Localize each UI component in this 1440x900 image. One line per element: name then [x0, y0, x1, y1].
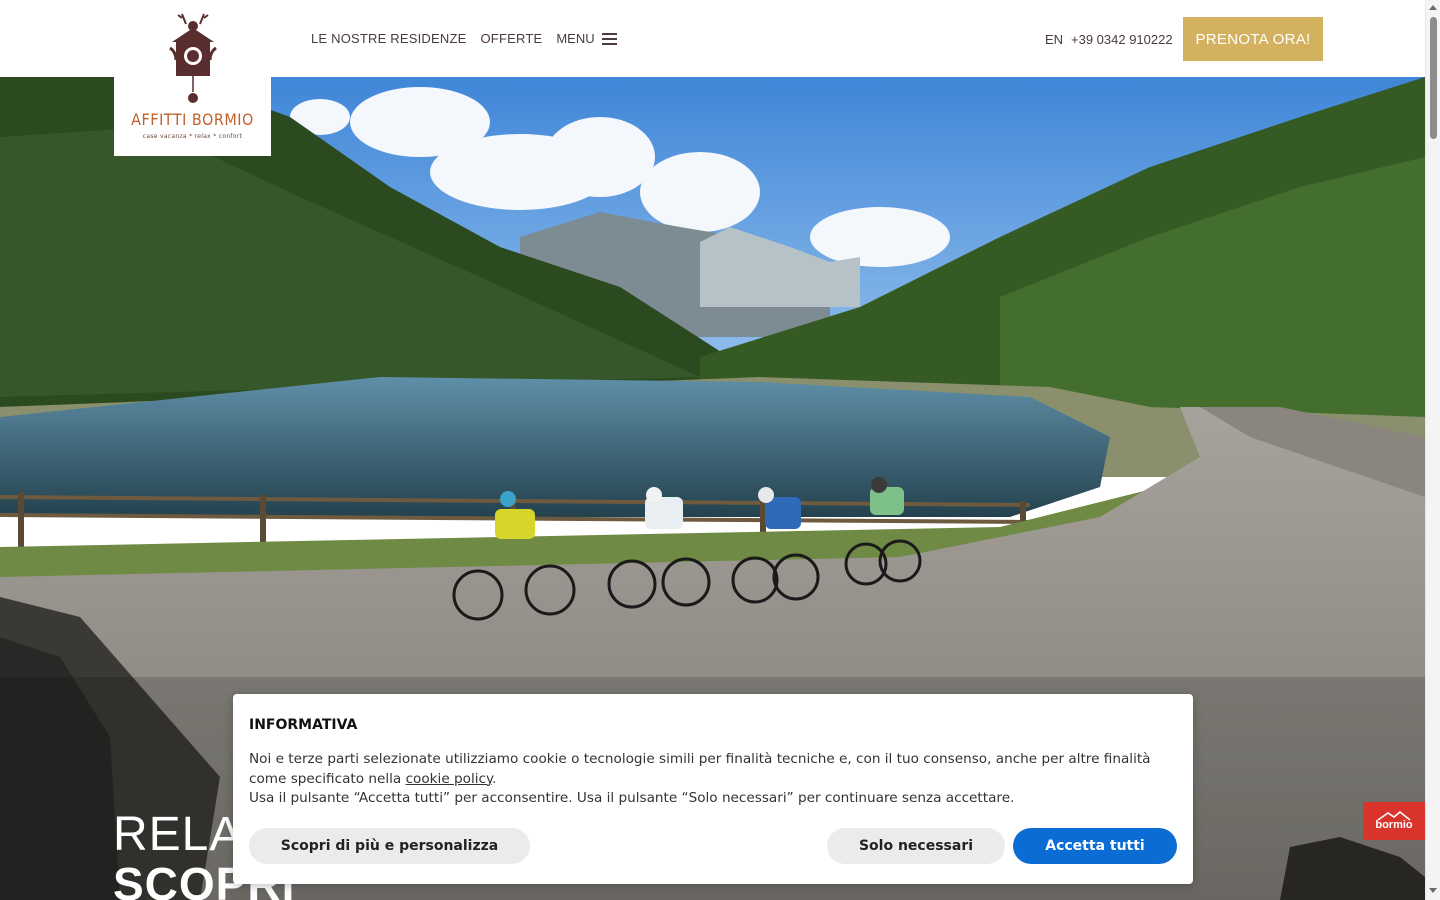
phone-link[interactable]: +39 0342 910222	[1071, 32, 1173, 47]
brand-tagline: case vacanza * relax * confort	[142, 133, 243, 140]
accept-all-button[interactable]: Accetta tutti	[1013, 828, 1177, 864]
menu-label: MENU	[556, 31, 595, 46]
cuckoo-clock-icon	[169, 13, 217, 103]
bormio-badge[interactable]: bormio	[1363, 802, 1425, 840]
cookie-text-part1: Noi e terze parti selezionate utilizziam…	[249, 751, 1151, 787]
scroll-up-arrow-icon[interactable]	[1429, 5, 1437, 10]
language-switch[interactable]: EN	[1045, 32, 1063, 47]
brand-name: AFFITTI BORMIO	[131, 110, 254, 129]
scroll-thumb[interactable]	[1430, 17, 1437, 139]
cookie-banner: INFORMATIVA Noi e terze parti selezionat…	[233, 694, 1193, 884]
customize-button[interactable]: Scopri di più e personalizza	[249, 828, 530, 864]
book-now-button[interactable]: PRENOTA ORA!	[1183, 17, 1323, 61]
badge-label: bormio	[1375, 819, 1413, 831]
necessary-only-button[interactable]: Solo necessari	[827, 828, 1005, 864]
hamburger-icon	[601, 32, 617, 46]
cookie-text-line2: Usa il pulsante “Accetta tutti” per acco…	[249, 790, 1015, 806]
site-logo[interactable]: AFFITTI BORMIO case vacanza * relax * co…	[114, 0, 271, 156]
cookie-policy-link[interactable]: cookie policy	[406, 771, 493, 787]
cookie-description: Noi e terze parti selezionate utilizziam…	[249, 750, 1184, 809]
nav-link-residences[interactable]: LE NOSTRE RESIDENZE	[311, 31, 467, 46]
page-scrollbar[interactable]	[1425, 0, 1440, 900]
cookie-text-part2: .	[492, 770, 497, 787]
nav-link-offers[interactable]: OFFERTE	[481, 31, 543, 46]
main-nav: LE NOSTRE RESIDENZE OFFERTE MENU	[311, 31, 617, 46]
scroll-down-arrow-icon[interactable]	[1429, 888, 1437, 893]
menu-button[interactable]: MENU	[556, 31, 617, 46]
cookie-title: INFORMATIVA	[249, 717, 358, 733]
